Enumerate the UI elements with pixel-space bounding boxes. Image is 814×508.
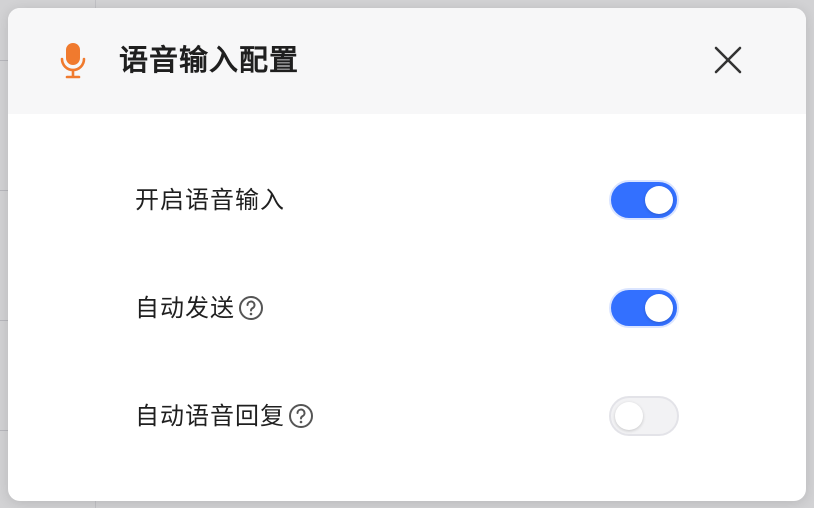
setting-row-auto-voice-reply: 自动语音回复 [135,394,679,438]
close-icon[interactable] [712,44,744,76]
dialog-title: 语音输入配置 [119,43,300,77]
help-icon[interactable] [238,295,264,321]
setting-label-group: 自动发送 [135,291,264,325]
voice-input-settings-dialog: 语音输入配置 开启语音输入 自动发送 自动语音回复 [8,8,806,501]
toggle-knob [645,186,673,214]
auto-send-toggle[interactable] [609,288,679,328]
setting-row-auto-send: 自动发送 [135,286,679,330]
toggle-knob [645,294,673,322]
help-icon[interactable] [288,403,314,429]
dialog-header: 语音输入配置 [8,8,806,114]
setting-label: 开启语音输入 [135,186,285,214]
enable-voice-input-toggle[interactable] [609,180,679,220]
toggle-knob [615,402,643,430]
setting-label-group: 开启语音输入 [135,183,285,217]
setting-label: 自动发送 [135,294,235,322]
auto-voice-reply-toggle[interactable] [609,396,679,436]
microphone-icon [60,43,86,79]
setting-label: 自动语音回复 [135,402,285,430]
setting-label-group: 自动语音回复 [135,399,314,433]
setting-row-enable-voice-input: 开启语音输入 [135,178,679,222]
